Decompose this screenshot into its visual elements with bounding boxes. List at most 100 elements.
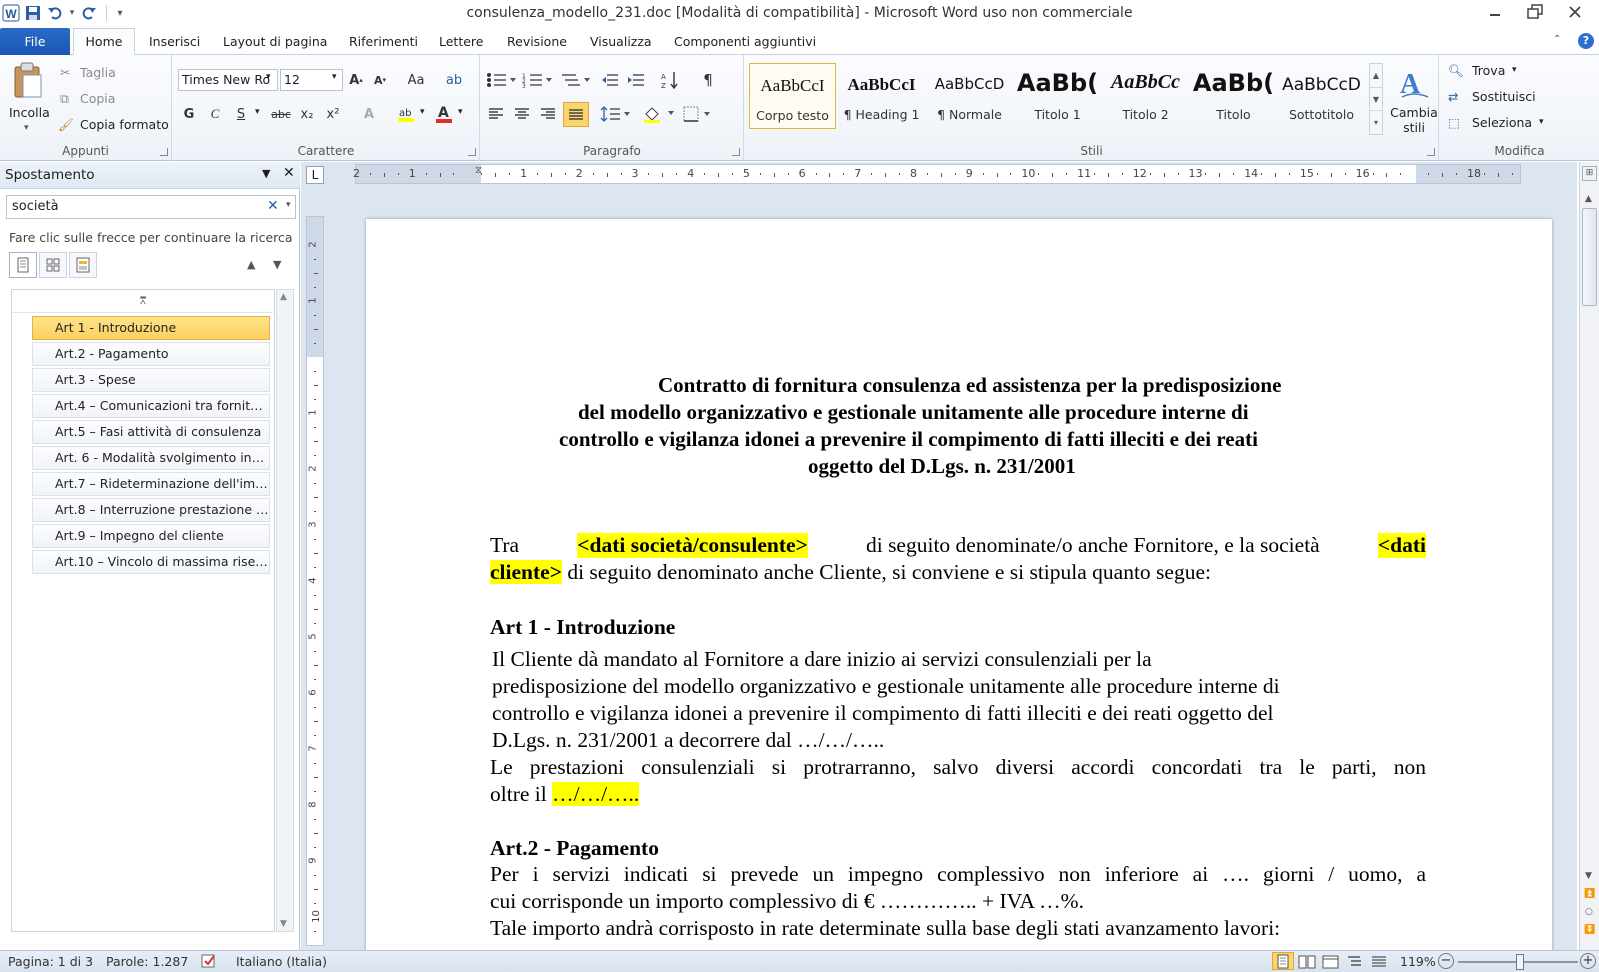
nav-heading-item[interactable]: Art.5 – Fasi attività di consulenza — [32, 420, 270, 444]
tab-home[interactable]: Home — [73, 28, 135, 56]
tab-layout-di-pagina[interactable]: Layout di pagina — [223, 30, 327, 54]
style-corpo-testo[interactable]: AaBbCcI Corpo testo — [749, 63, 836, 129]
zoom-level[interactable]: 119% — [1400, 954, 1436, 969]
tab-componenti-aggiuntivi[interactable]: Componenti aggiuntivi — [674, 30, 816, 54]
replace-button[interactable]: Sostituisci — [1472, 89, 1536, 104]
indent-marker-icon[interactable]: ⧖ — [475, 165, 482, 176]
clear-formatting-icon[interactable]: ab — [443, 69, 465, 91]
paste-icon[interactable] — [10, 61, 46, 101]
view-ruler-icon[interactable]: ⊞ — [1582, 166, 1597, 181]
numbering-icon[interactable]: 123 — [521, 69, 553, 91]
strikethrough-button[interactable]: abc — [269, 103, 293, 125]
replace-icon[interactable]: ⇄ — [1448, 89, 1458, 104]
format-painter-button[interactable]: Copia formato — [80, 117, 169, 132]
nav-heading-item[interactable]: Art.10 – Vincolo di massima riservatezza — [32, 550, 270, 574]
vertical-ruler[interactable]: 2 1 1 2 3 4 5 6 7 8 9 10 — [306, 216, 324, 946]
results-view-icon[interactable] — [69, 252, 97, 278]
copy-button[interactable]: Copia — [80, 91, 115, 106]
minimize-button[interactable] — [1478, 0, 1512, 24]
style-titolo-2[interactable]: AaBbCc Titolo 2 — [1102, 63, 1189, 129]
borders-icon[interactable] — [681, 103, 713, 125]
highlight-icon[interactable]: ab — [395, 103, 417, 125]
align-right-icon[interactable] — [537, 103, 559, 125]
nav-heading-item[interactable]: Art.4 – Comunicazioni tra fornitore e cl… — [32, 394, 270, 418]
grow-font-button[interactable]: A ▴ — [345, 69, 367, 91]
next-page-icon[interactable]: ⏬ — [1584, 925, 1595, 935]
change-case-button[interactable]: Aa — [401, 69, 431, 91]
close-window-button[interactable] — [1558, 0, 1592, 24]
tab-inserisci[interactable]: Inserisci — [149, 30, 200, 54]
paragrafo-launcher-icon[interactable] — [732, 148, 740, 156]
nav-heading-item[interactable]: Art.3 - Spese — [32, 368, 270, 392]
copy-icon[interactable]: ⧉ — [60, 91, 69, 107]
sort-icon[interactable]: AZ — [659, 69, 681, 91]
text-effects-icon[interactable]: A — [359, 103, 379, 125]
style-titolo-1[interactable]: AaBb( Titolo 1 — [1014, 63, 1101, 129]
nav-scrollbar[interactable]: ▲ ▼ — [276, 289, 294, 932]
styles-more-icon[interactable]: ▾ — [1370, 110, 1382, 133]
zoom-slider-thumb[interactable] — [1515, 954, 1524, 970]
document-vertical-scrollbar[interactable]: ⊞ ▲ ▼ ⏫ ○ ⏬ — [1579, 162, 1599, 950]
line-spacing-icon[interactable] — [599, 103, 631, 125]
document-page[interactable]: Contratto di fornitura consulenza ed ass… — [366, 219, 1552, 959]
zoom-out-icon[interactable]: − — [1438, 953, 1454, 969]
styles-scroll-up-icon[interactable]: ▲ — [1370, 64, 1382, 87]
decrease-indent-icon[interactable] — [599, 69, 621, 91]
style-sottotitolo[interactable]: AaBbCcD Sottotitolo — [1278, 63, 1365, 129]
superscript-button[interactable]: x² — [323, 103, 343, 125]
shading-icon[interactable] — [641, 103, 675, 125]
italic-button[interactable]: C — [205, 103, 225, 125]
format-painter-icon[interactable]: 🖌 — [58, 117, 74, 133]
select-button[interactable]: Seleziona — [1472, 115, 1532, 130]
scroll-thumb[interactable] — [1582, 208, 1597, 306]
zoom-slider[interactable] — [1458, 954, 1578, 970]
headings-view-icon[interactable] — [9, 252, 37, 278]
font-name-dropdown-icon[interactable]: ▾ — [266, 72, 271, 82]
collapse-all-icon[interactable]: ⩞ — [13, 291, 273, 313]
font-color-icon[interactable]: A — [433, 103, 455, 125]
nav-scroll-down-icon[interactable]: ▼ — [280, 919, 287, 929]
paste-dropdown-icon[interactable]: ▾ — [24, 123, 29, 133]
nav-close-icon[interactable]: ✕ — [283, 165, 295, 181]
change-styles-button[interactable]: Cambia stili — [1389, 105, 1439, 135]
tab-revisione[interactable]: Revisione — [507, 30, 567, 54]
style-heading-1[interactable]: AaBbCcI ¶ Heading 1 — [838, 63, 925, 129]
styles-scroll-down-icon[interactable]: ▼ — [1370, 87, 1382, 110]
multilevel-list-icon[interactable] — [559, 69, 591, 91]
nav-options-icon[interactable]: ▼ — [262, 167, 270, 180]
find-button[interactable]: Trova — [1472, 63, 1505, 78]
style-normale[interactable]: AaBbCcD ¶ Normale — [926, 63, 1013, 129]
tab-selector-button[interactable]: L — [306, 166, 324, 184]
proofing-icon[interactable] — [200, 952, 220, 972]
underline-button[interactable]: S — [231, 103, 251, 125]
stili-launcher-icon[interactable] — [1427, 148, 1435, 156]
draft-view-icon[interactable] — [1370, 954, 1388, 972]
shrink-font-button[interactable]: A ▾ — [369, 69, 391, 91]
nav-heading-item[interactable]: Art 1 - Introduzione — [32, 316, 270, 340]
select-icon[interactable]: ⬚ — [1448, 115, 1460, 130]
style-titolo[interactable]: AaBb( Titolo — [1190, 63, 1277, 129]
previous-page-icon[interactable]: ⏫ — [1584, 889, 1595, 899]
page-indicator[interactable]: Pagina: 1 di 3 — [8, 954, 93, 969]
nav-heading-item[interactable]: Art.7 – Rideterminazione dell'impegno — [32, 472, 270, 496]
paste-button[interactable]: Incolla — [9, 105, 50, 120]
clear-search-icon[interactable]: ✕ — [267, 198, 279, 214]
nav-heading-item[interactable]: Art.9 – Impegno del cliente — [32, 524, 270, 548]
nav-search-input[interactable]: società — [6, 195, 296, 219]
tab-lettere[interactable]: Lettere — [439, 30, 483, 54]
find-icon[interactable]: 🔍︎ — [1448, 63, 1464, 79]
show-formatting-button[interactable]: ¶ — [697, 69, 719, 91]
change-styles-icon[interactable]: A — [1392, 63, 1436, 103]
cut-icon[interactable]: ✂ — [60, 65, 70, 80]
language-indicator[interactable]: Italiano (Italia) — [236, 954, 327, 969]
restore-button[interactable] — [1518, 0, 1552, 24]
appunti-launcher-icon[interactable] — [160, 148, 168, 156]
minimize-ribbon-icon[interactable]: ⌃ — [1553, 34, 1561, 45]
align-center-icon[interactable] — [511, 103, 533, 125]
word-count[interactable]: Parole: 1.287 — [106, 954, 188, 969]
select-dropdown-icon[interactable]: ▾ — [1539, 117, 1544, 127]
increase-indent-icon[interactable] — [625, 69, 647, 91]
bullets-icon[interactable] — [485, 69, 517, 91]
bold-button[interactable]: G — [179, 103, 199, 125]
full-screen-reading-icon[interactable] — [1298, 954, 1316, 972]
